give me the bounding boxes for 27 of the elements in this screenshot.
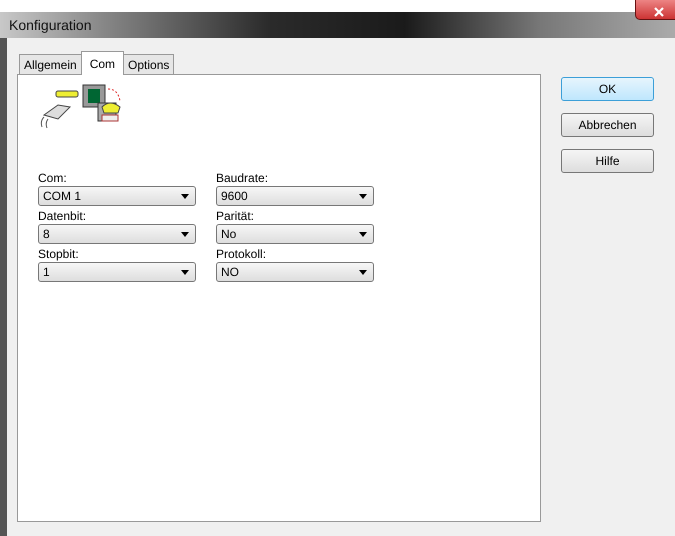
field-label: Com: bbox=[38, 171, 68, 186]
close-button[interactable] bbox=[635, 0, 675, 20]
dropdown-arrow-icon bbox=[181, 232, 189, 236]
dialog-button[interactable]: Abbrechen bbox=[561, 113, 654, 137]
dialog-button[interactable]: Hilfe bbox=[561, 149, 654, 173]
field-label: Stopbit: bbox=[38, 247, 80, 262]
dropdown[interactable]: No bbox=[216, 224, 374, 244]
dialog-button[interactable]: OK bbox=[561, 77, 654, 101]
dropdown-arrow-icon bbox=[359, 270, 367, 274]
dropdown[interactable]: COM 1 bbox=[38, 186, 196, 206]
dropdown[interactable]: 8 bbox=[38, 224, 196, 244]
tab[interactable]: Com bbox=[80, 51, 124, 75]
tab[interactable]: Allgemein bbox=[19, 54, 82, 74]
dropdown-arrow-icon bbox=[181, 270, 189, 274]
dropdown-arrow-icon bbox=[359, 232, 367, 236]
dropdown[interactable]: 9600 bbox=[216, 186, 374, 206]
dropdown[interactable]: 1 bbox=[38, 262, 196, 282]
dropdown-arrow-icon bbox=[181, 194, 189, 198]
dropdown[interactable]: NO bbox=[216, 262, 374, 282]
field-label: Protokoll: bbox=[216, 247, 268, 262]
field-label: Datenbit: bbox=[38, 209, 88, 224]
field-label: Baudrate: bbox=[216, 171, 270, 186]
window-title: Konfiguration bbox=[8, 17, 92, 33]
field-label: Parität: bbox=[216, 209, 256, 224]
dropdown-arrow-icon bbox=[359, 194, 367, 198]
close-icon bbox=[652, 7, 666, 17]
tab[interactable]: Options bbox=[123, 54, 174, 74]
